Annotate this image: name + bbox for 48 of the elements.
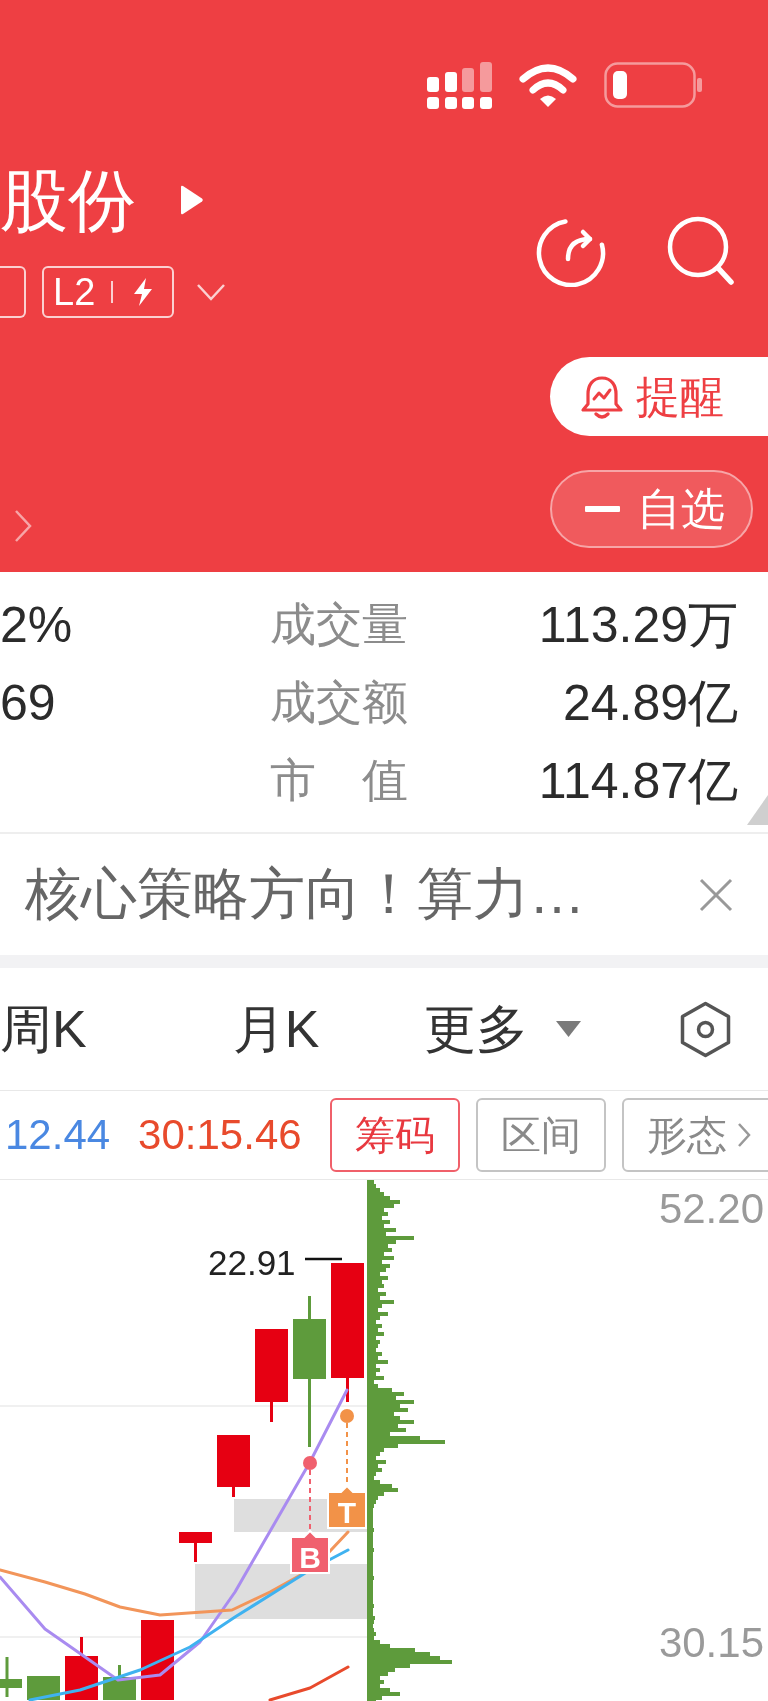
candlestick [217, 1435, 250, 1497]
candlestick [0, 1657, 22, 1697]
candlestick [65, 1637, 98, 1700]
chart-tool-button[interactable]: 筹码 [329, 1098, 460, 1172]
period-tab[interactable]: 周K [0, 1003, 87, 1055]
search-icon[interactable] [666, 215, 736, 287]
indicator-value: 12.44 [5, 1111, 111, 1159]
signal-badge: T [327, 1484, 367, 1529]
period-tab[interactable]: 月K [232, 1003, 320, 1055]
chevron-down-icon[interactable] [196, 282, 226, 302]
quote-figure: 2% [0, 596, 74, 654]
indicator-value: 30:15.46 [138, 1111, 302, 1159]
candlestick [27, 1676, 60, 1700]
chart-tool-button[interactable]: 区间 [475, 1098, 606, 1172]
high-price-label: 22.91 [208, 1243, 296, 1282]
chevron-right-icon[interactable] [14, 509, 32, 543]
chart-tool-button[interactable]: 形态 [621, 1098, 768, 1172]
stock-name[interactable]: 股份 [0, 160, 136, 240]
chevron-right-icon [736, 1122, 751, 1148]
level2-button[interactable]: L2 [42, 266, 174, 318]
alert-button[interactable]: 提醒 [550, 357, 768, 436]
stat-label: 成交额 [270, 675, 409, 730]
stat-value: 113.29万 [538, 595, 738, 655]
stat-value: 24.89亿 [562, 673, 738, 733]
quote-figure: 69 [0, 674, 57, 732]
caret-down-icon [555, 1021, 581, 1037]
leader-line [305, 1257, 342, 1261]
close-icon[interactable] [699, 877, 733, 912]
stat-label: 成交量 [270, 597, 409, 652]
axis-label: 52.20 [658, 1185, 764, 1232]
bell-icon [580, 373, 624, 420]
axis-label: 30.15 [658, 1619, 764, 1666]
candlestick [103, 1665, 136, 1700]
leader-line [309, 1469, 311, 1531]
caret-right-icon[interactable] [180, 185, 203, 215]
battery-icon [604, 62, 703, 108]
candlestick [179, 1532, 212, 1562]
news-headline[interactable]: 核心策略方向！算力… [25, 856, 585, 933]
signal-icon [425, 62, 492, 109]
stat-label: 市 值 [270, 753, 409, 808]
period-tab[interactable]: 更多 [423, 1003, 581, 1055]
signal-badge: B [290, 1529, 330, 1574]
stat-value: 114.87亿 [538, 751, 738, 811]
wifi-icon [518, 62, 578, 108]
settings-icon[interactable] [680, 1000, 731, 1058]
watchlist-button[interactable]: 自选 [550, 470, 753, 548]
tag-outline [0, 266, 26, 318]
minus-icon [585, 506, 620, 512]
